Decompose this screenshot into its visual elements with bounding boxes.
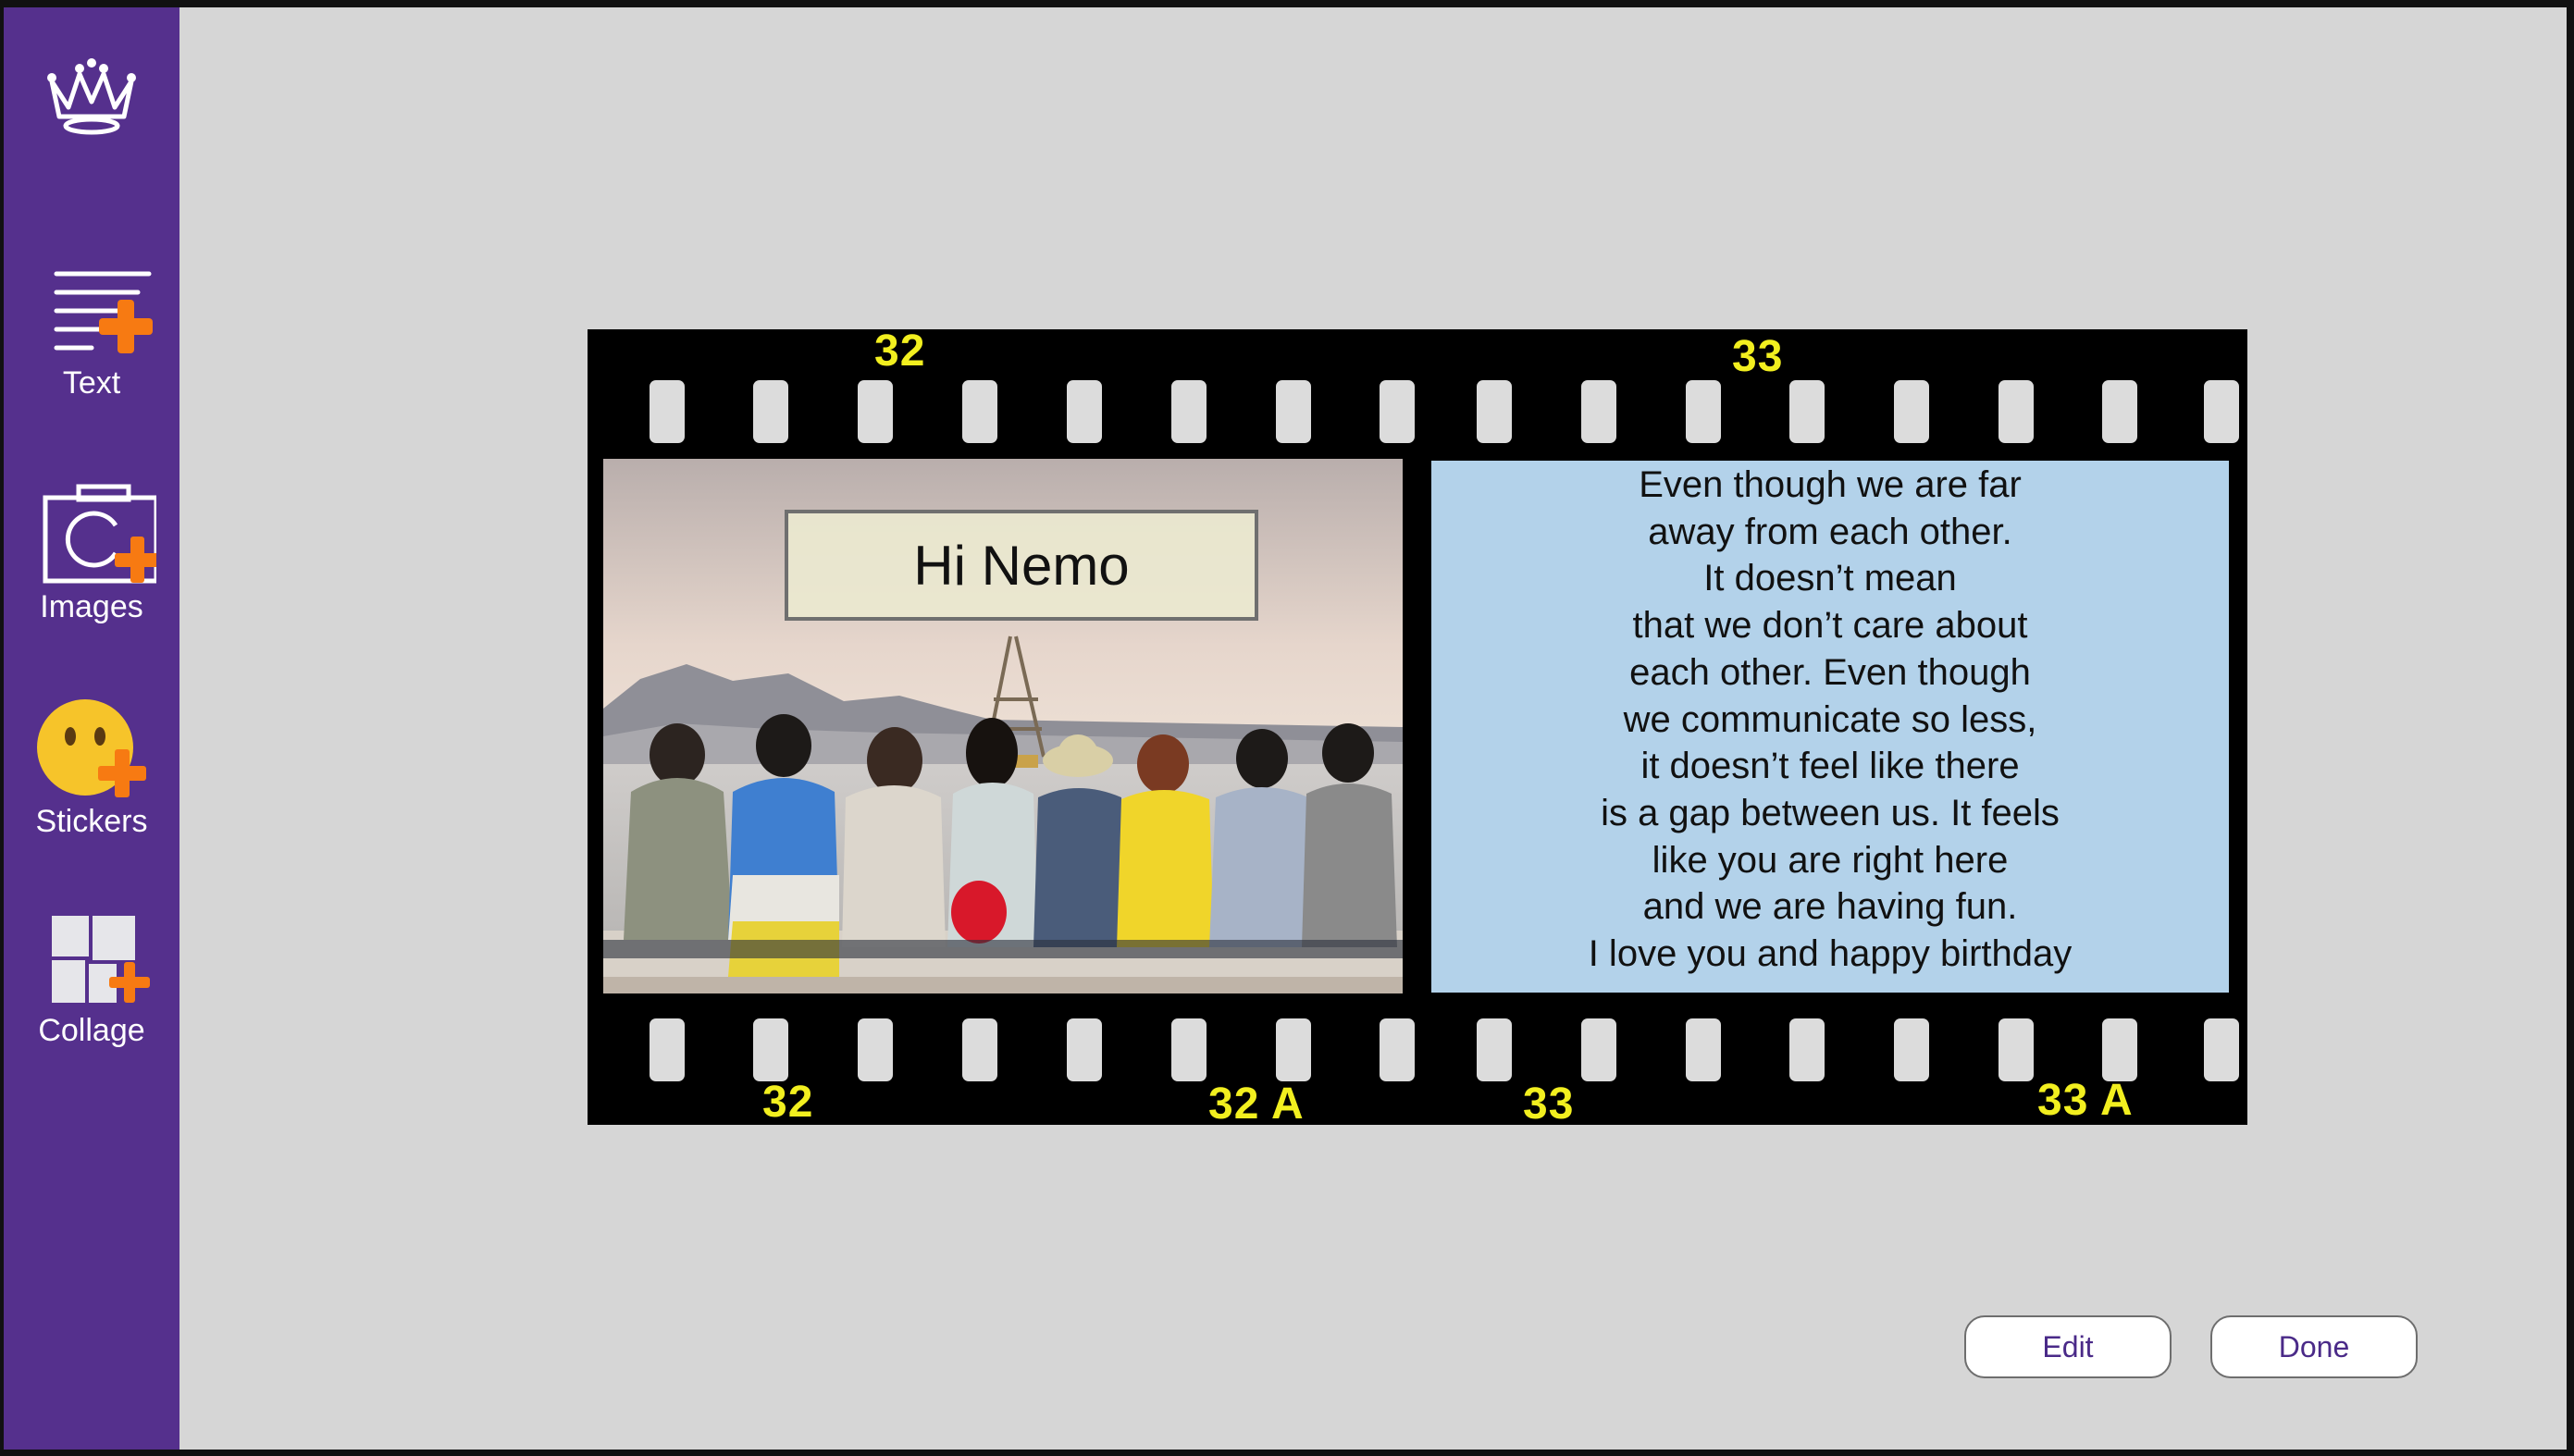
- sprocket-hole: [1276, 380, 1311, 443]
- edit-button[interactable]: Edit: [1964, 1315, 2172, 1378]
- sidebar-item-label: Collage: [38, 1013, 145, 1048]
- message-line: and we are having fun.: [1642, 886, 2018, 928]
- message-text-frame[interactable]: Even though we are far away from each ot…: [1431, 461, 2229, 993]
- photo-frame[interactable]: Hi Nemo: [603, 459, 1403, 993]
- message-line: we communicate so less,: [1623, 698, 2037, 740]
- crown-icon: [47, 58, 136, 135]
- sprocket-hole: [753, 1018, 788, 1081]
- card-editor-app: Text Images Stickers Collage 32 33 32 32…: [4, 7, 2567, 1450]
- message-line: that we don’t care about: [1632, 605, 2028, 647]
- sidebar-item-collage[interactable]: Collage: [4, 910, 179, 1049]
- sprocket-hole: [1380, 1018, 1415, 1081]
- sprocket-hole: [962, 380, 997, 443]
- tool-sidebar: Text Images Stickers Collage: [4, 7, 179, 1450]
- message-line: each other. Even though: [1629, 651, 2031, 693]
- frame-number-top: 33: [1732, 332, 1784, 381]
- sprocket-hole: [1686, 1018, 1721, 1081]
- sprocket-hole: [1171, 1018, 1207, 1081]
- add-sticker-icon: [37, 699, 146, 797]
- sprocket-hole: [2102, 380, 2137, 443]
- sprocket-hole: [962, 1018, 997, 1081]
- sprocket-hole: [650, 380, 685, 443]
- frame-number-bottom: 32 A: [1208, 1080, 1305, 1129]
- message-line: Even though we are far: [1639, 464, 2022, 505]
- sidebar-item-text[interactable]: Text: [4, 263, 179, 401]
- sprocket-hole: [1477, 380, 1512, 443]
- sprocket-hole: [1067, 380, 1102, 443]
- sprocket-hole: [858, 380, 893, 443]
- add-text-icon: [54, 271, 153, 353]
- sidebar-item-images[interactable]: Images: [4, 479, 179, 625]
- sprocket-hole: [1789, 1018, 1825, 1081]
- message-line: away from each other.: [1648, 511, 2012, 552]
- add-image-icon: [43, 484, 156, 584]
- sprocket-hole: [2204, 380, 2239, 443]
- sidebar-item-label: Stickers: [35, 804, 148, 839]
- sprocket-hole: [1789, 380, 1825, 443]
- sidebar-item-label: Images: [40, 589, 143, 624]
- done-button[interactable]: Done: [2210, 1315, 2418, 1378]
- message-line: I love you and happy birthday: [1588, 933, 2073, 975]
- sprocket-hole: [650, 1018, 685, 1081]
- message-line: It doesn’t mean: [1703, 558, 1957, 599]
- sprocket-hole: [1276, 1018, 1311, 1081]
- message-line: it doesn’t feel like there: [1640, 746, 2020, 787]
- photo-caption-text[interactable]: Hi Nemo: [913, 534, 1129, 598]
- film-strip-card[interactable]: 32 33 32 32 A 33 33 A Hi Nemo Even thoug…: [588, 327, 2247, 1129]
- sprocket-hole: [1477, 1018, 1512, 1081]
- sprocket-hole: [1894, 380, 1929, 443]
- sprocket-hole: [1999, 380, 2034, 443]
- sidebar-item-stickers[interactable]: Stickers: [4, 694, 179, 840]
- frame-number-bottom: 33: [1523, 1080, 1575, 1129]
- add-collage-icon: [52, 916, 150, 1003]
- sprocket-hole: [1380, 380, 1415, 443]
- sprocket-hole: [1894, 1018, 1929, 1081]
- message-line: like you are right here: [1652, 839, 2009, 881]
- sprocket-hole: [1067, 1018, 1102, 1081]
- sprocket-hole: [1581, 1018, 1616, 1081]
- sprocket-hole: [753, 380, 788, 443]
- sidebar-item-label: Text: [62, 365, 121, 401]
- sprocket-hole: [2102, 1018, 2137, 1081]
- frame-number-bottom: 32: [762, 1078, 814, 1127]
- frame-number-bottom: 33 A: [2037, 1076, 2134, 1125]
- crown-logo[interactable]: [4, 56, 179, 137]
- sprocket-hole: [1581, 380, 1616, 443]
- sprocket-hole: [1999, 1018, 2034, 1081]
- photo-caption-box[interactable]: Hi Nemo: [785, 510, 1258, 621]
- sprocket-hole: [1686, 380, 1721, 443]
- frame-number-top: 32: [874, 327, 926, 376]
- sprocket-hole: [858, 1018, 893, 1081]
- sprocket-hole: [2204, 1018, 2239, 1081]
- sprocket-hole: [1171, 380, 1207, 443]
- message-line: is a gap between us. It feels: [1601, 792, 2060, 833]
